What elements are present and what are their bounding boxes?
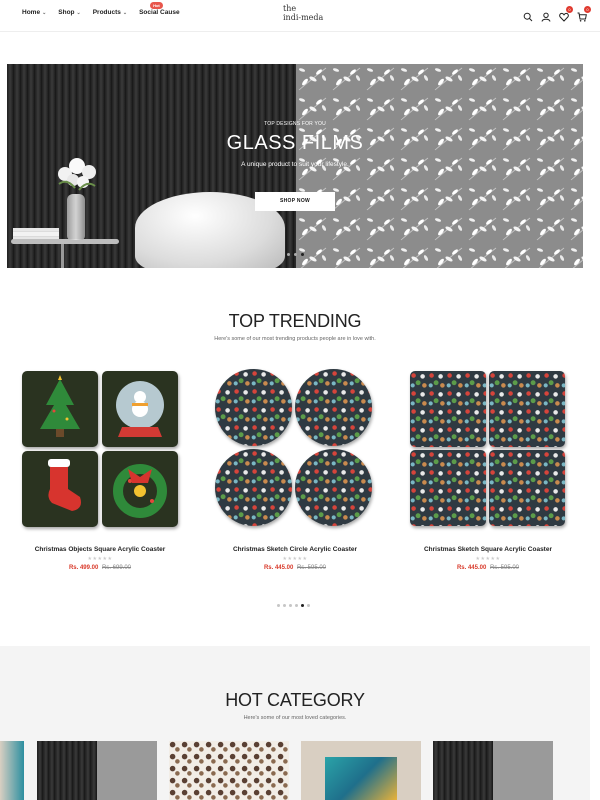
- slider-dot-active[interactable]: [301, 604, 304, 607]
- product-name[interactable]: Christmas Sketch Square Acrylic Coaster: [403, 546, 573, 553]
- original-price: Rs. 595.00: [297, 565, 327, 571]
- product-image[interactable]: [210, 368, 380, 538]
- coaster-tile: [102, 371, 178, 447]
- slider-dot[interactable]: [277, 604, 280, 607]
- user-icon[interactable]: [541, 9, 551, 22]
- hot-category-subtitle: Here's some of our most loved categories…: [243, 715, 347, 721]
- coaster-tile: [295, 449, 372, 526]
- product-name[interactable]: Christmas Objects Square Acrylic Coaster: [15, 546, 185, 553]
- coaster-tile: [489, 371, 565, 447]
- coaster-tile: [22, 451, 98, 527]
- coaster-tile: [489, 450, 565, 526]
- sale-price: Rs. 445.00: [456, 565, 487, 571]
- coaster-tile: [215, 449, 292, 526]
- nav-label: Social Cause: [139, 9, 180, 16]
- nav-item-social-cause[interactable]: Hot Social Cause: [139, 2, 180, 16]
- hero-subtitle: A unique product to suit your lifestyle.: [241, 161, 349, 168]
- rating-stars: ★★★★★: [282, 556, 308, 562]
- sale-price: Rs. 445.00: [263, 565, 294, 571]
- header-icons: 0 0: [523, 6, 591, 22]
- product-price: Rs. 445.00 Rs. 595.00: [403, 565, 573, 571]
- trending-title: TOP TRENDING: [228, 311, 362, 331]
- nav-item-products[interactable]: Products ⌄: [93, 9, 127, 16]
- category-card[interactable]: [0, 741, 24, 800]
- original-price: Rs. 595.00: [490, 565, 520, 571]
- hero-slider-dots: [287, 253, 304, 256]
- category-image: [433, 741, 493, 800]
- cart-count: 0: [584, 6, 591, 13]
- logo-line: the: [283, 4, 297, 13]
- slider-dot[interactable]: [307, 604, 310, 607]
- slider-dot-active[interactable]: [301, 253, 304, 256]
- category-image: [493, 741, 553, 800]
- product-price: Rs. 499.00 Rs. 699.00: [15, 565, 185, 571]
- site-logo[interactable]: the indi-meda: [283, 4, 327, 22]
- shop-now-button[interactable]: SHOP NOW: [255, 192, 335, 211]
- logo-line: indi-meda: [283, 13, 324, 22]
- trending-subtitle: Here's some of our most trending product…: [214, 336, 376, 342]
- category-image: [37, 741, 97, 800]
- original-price: Rs. 699.00: [102, 565, 132, 571]
- slider-dot[interactable]: [289, 604, 292, 607]
- coaster-tile: [410, 371, 486, 447]
- main-nav: Home ⌄ Shop ⌄ Products ⌄ Hot Social Caus…: [22, 2, 180, 16]
- product-name[interactable]: Christmas Sketch Circle Acrylic Coaster: [210, 546, 380, 553]
- wishlist-icon[interactable]: 0: [559, 6, 573, 22]
- hero-title: GLASS FILMS: [226, 132, 364, 154]
- slider-dot[interactable]: [294, 253, 297, 256]
- hot-badge: Hot: [150, 2, 163, 9]
- nav-label: Shop: [58, 9, 75, 16]
- sale-price: Rs. 499.00: [68, 565, 99, 571]
- chevron-down-icon: ⌄: [76, 9, 81, 16]
- category-card[interactable]: [301, 741, 421, 800]
- hero-kicker: TOP DESIGNS FOR YOU: [264, 121, 326, 127]
- product-price: Rs. 445.00 Rs. 595.00: [210, 565, 380, 571]
- chevron-down-icon: ⌄: [42, 9, 47, 16]
- search-icon[interactable]: [523, 9, 533, 22]
- coaster-tile: [295, 369, 372, 446]
- slider-dot[interactable]: [283, 604, 286, 607]
- site-header: Home ⌄ Shop ⌄ Products ⌄ Hot Social Caus…: [0, 0, 600, 32]
- product-image[interactable]: [403, 368, 573, 538]
- category-image: [97, 741, 157, 800]
- hero-banner[interactable]: TOP DESIGNS FOR YOU GLASS FILMS A unique…: [7, 64, 583, 268]
- hot-category-title: HOT CATEGORY: [225, 690, 365, 710]
- rating-stars: ★★★★★: [475, 556, 501, 562]
- nav-item-shop[interactable]: Shop ⌄: [58, 9, 80, 16]
- category-card[interactable]: [37, 741, 157, 800]
- slider-dot[interactable]: [287, 253, 290, 256]
- rating-stars: ★★★★★: [87, 556, 113, 562]
- nav-item-home[interactable]: Home ⌄: [22, 9, 46, 16]
- trending-slider-dots: [277, 604, 310, 607]
- coaster-tile: [410, 450, 486, 526]
- slider-dot[interactable]: [295, 604, 298, 607]
- category-card[interactable]: [433, 741, 553, 800]
- nav-label: Products: [92, 9, 121, 16]
- cart-icon[interactable]: 0: [577, 6, 591, 22]
- nav-label: Home: [22, 9, 41, 16]
- product-image[interactable]: [15, 368, 185, 538]
- coaster-tile: [102, 451, 178, 527]
- hero-content: TOP DESIGNS FOR YOU GLASS FILMS A unique…: [7, 64, 583, 268]
- coaster-tile: [215, 369, 292, 446]
- coaster-tile: [22, 371, 98, 447]
- category-image: [325, 757, 397, 800]
- category-card[interactable]: [169, 741, 289, 800]
- wishlist-count: 0: [566, 6, 573, 13]
- chevron-down-icon: ⌄: [122, 9, 128, 16]
